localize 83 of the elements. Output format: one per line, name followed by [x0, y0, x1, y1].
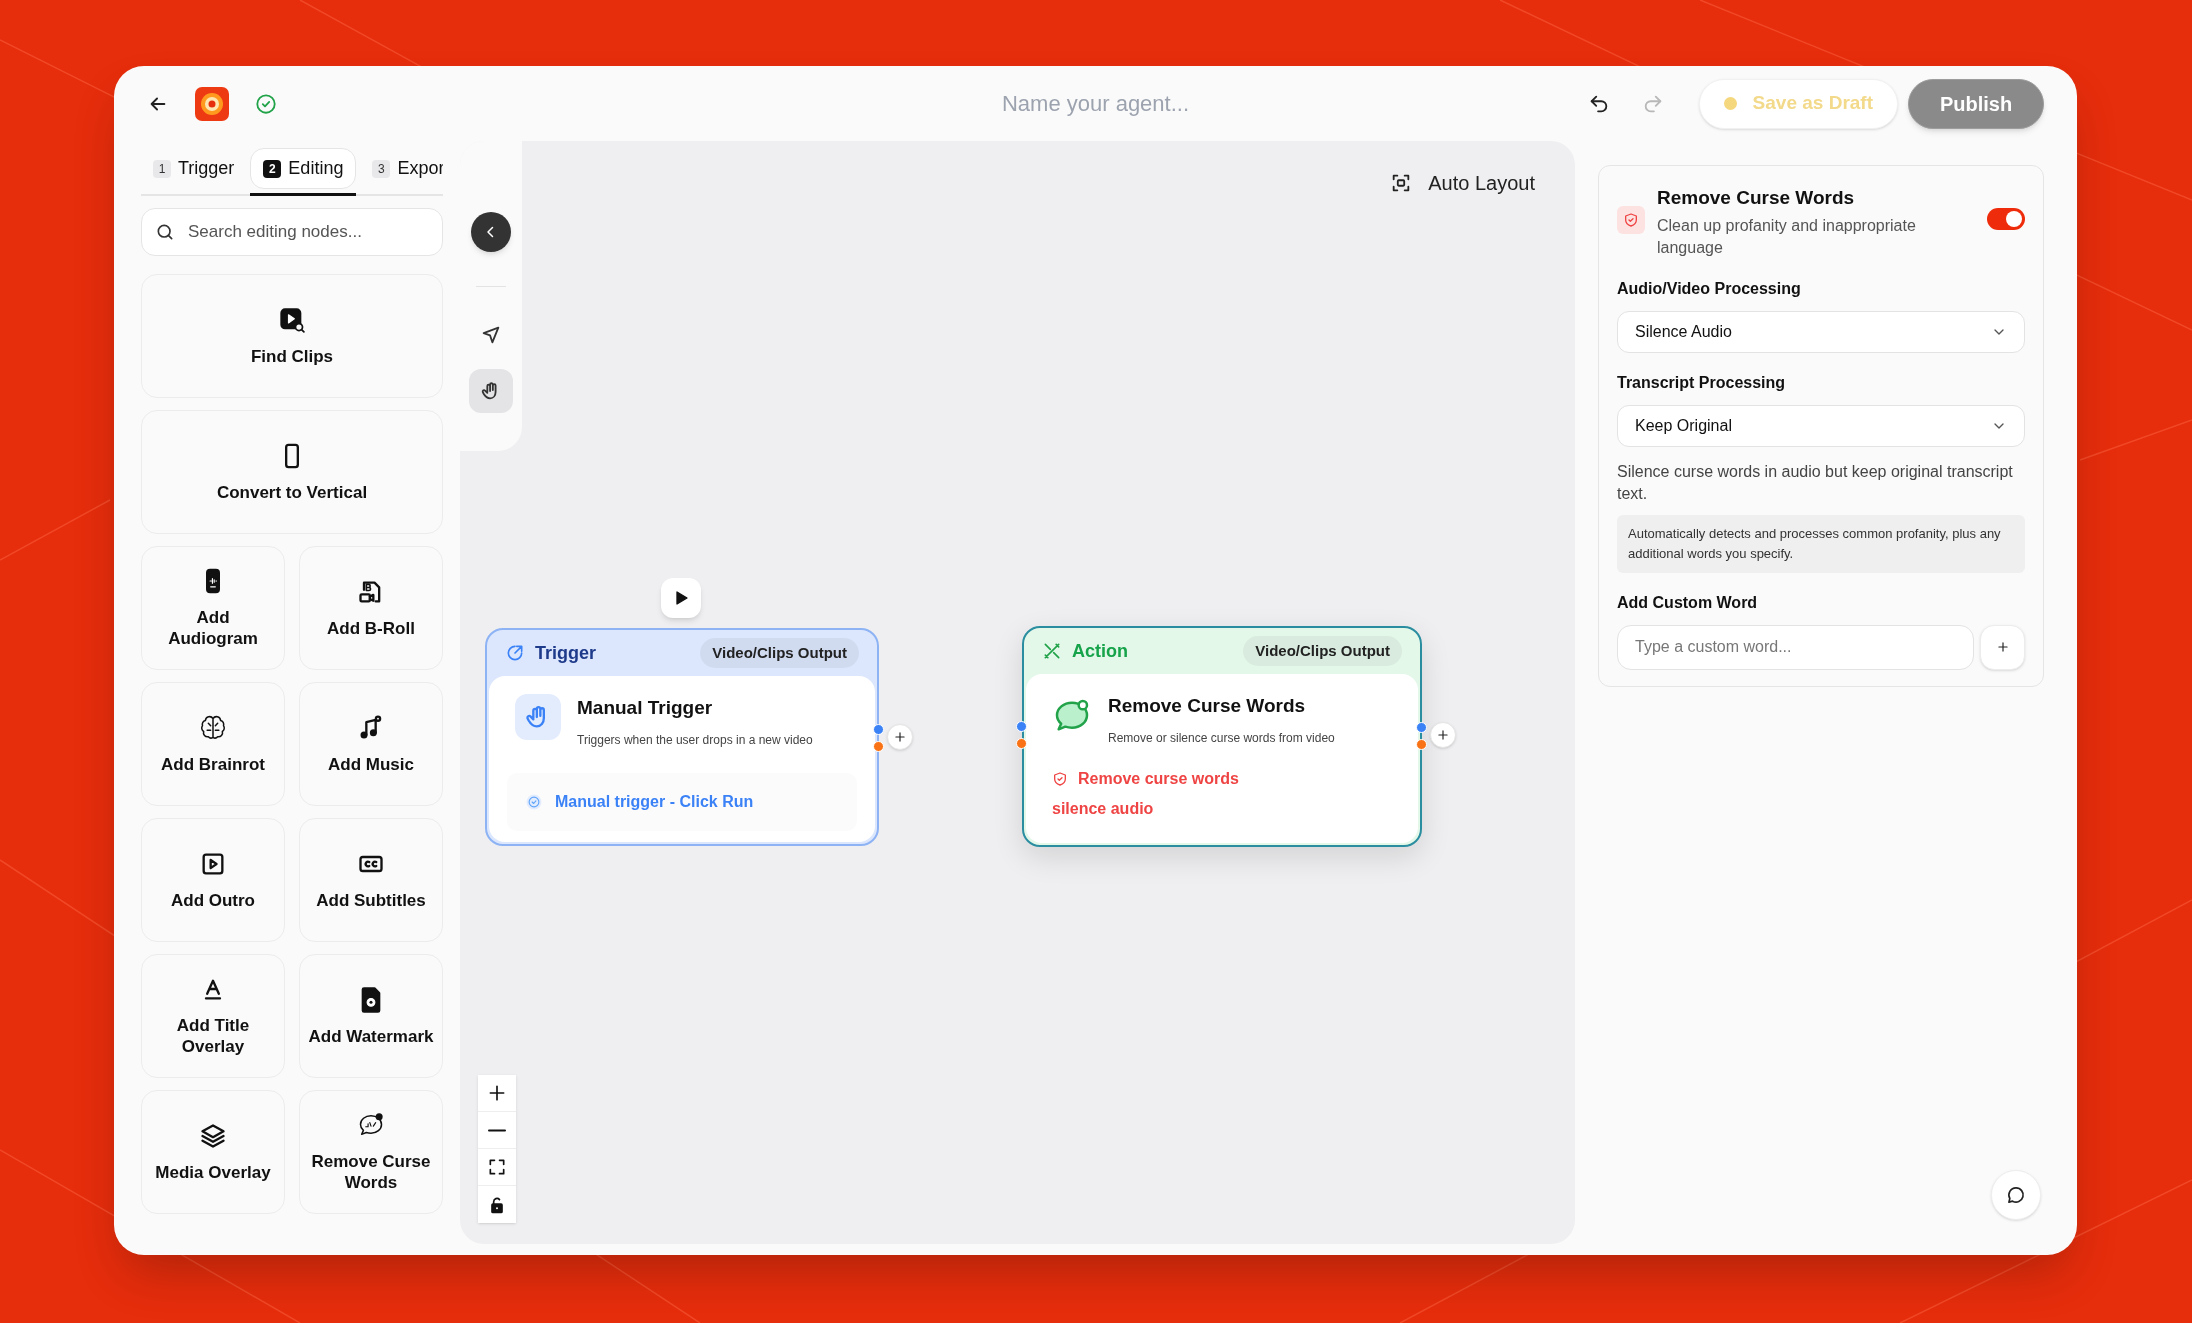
node-card[interactable]: Add Outro: [141, 818, 285, 942]
node-card-label: Find Clips: [249, 345, 335, 367]
output-handle[interactable]: [873, 724, 884, 735]
output-badge: Video/Clips Output: [1243, 635, 1402, 667]
node-card-label: Add Outro: [169, 889, 256, 911]
node-card[interactable]: Add B-Roll: [299, 546, 443, 670]
info-note: Automatically detects and processes common profanity, plus any additional words you specify.: [1617, 514, 2025, 573]
node-card-label: Add B-Roll: [326, 617, 416, 639]
node-description: Triggers when the user drops in a new video: [577, 731, 813, 749]
node-title: Manual Trigger: [577, 696, 714, 720]
node-card-label: Add Subtitles: [315, 889, 427, 911]
shield-check-icon: [1623, 212, 1639, 228]
output-handle[interactable]: [873, 741, 884, 752]
enable-toggle[interactable]: [1987, 208, 2025, 230]
node-description: Remove or silence curse words from video: [1108, 729, 1335, 747]
node-card-label: Media Overlay: [154, 1161, 272, 1183]
node-title: Remove Curse Words: [1108, 694, 1307, 718]
node-card-label: Add Title Overlay: [175, 1015, 251, 1057]
settings-description: Clean up profanity and inappropriate language: [1657, 215, 1917, 258]
custom-word-field[interactable]: Type a custom word...: [1617, 624, 1974, 670]
add-node-button[interactable]: [1430, 722, 1456, 748]
plus-icon: [1995, 640, 2010, 654]
fullscreen-icon: [487, 1157, 507, 1177]
video-search-icon: [278, 305, 306, 334]
node-card[interactable]: Find Clips: [141, 274, 443, 398]
output-badge: Video/Clips Output: [700, 637, 859, 669]
node-card-label: Add Watermark: [307, 1025, 435, 1047]
search-field[interactable]: Search editing nodes...: [141, 208, 443, 256]
node-card[interactable]: Remove Curse Words: [299, 1090, 443, 1214]
settings-title: Remove Curse Words: [1657, 186, 1856, 210]
node-type-label: Trigger: [535, 641, 596, 665]
field-label: Add Custom Word: [1617, 592, 1759, 613]
node-card[interactable]: Add Music: [299, 682, 443, 806]
node-card-label: Remove Curse Words: [310, 1151, 432, 1193]
workflow-node[interactable]: Trigger Video/Clips Output Manual Trigger Triggers when the user drops in a new video Manual trigger - Click Run: [485, 628, 879, 846]
minus-icon: [488, 1128, 506, 1132]
plus-icon: [893, 730, 907, 744]
app-logo-icon[interactable]: [195, 86, 229, 121]
select-dropdown[interactable]: Keep Original: [1617, 404, 2025, 447]
search-icon: [155, 222, 175, 242]
plus-icon: [1436, 728, 1450, 742]
workflow-node[interactable]: Action Video/Clips Output Remove Curse Words Remove or silence curse words from video Remove curse words silence audio: [1022, 626, 1422, 847]
check-badge-icon: [525, 792, 543, 811]
chat-button[interactable]: [1991, 1170, 2041, 1220]
node-card[interactable]: Add Subtitles: [299, 818, 443, 942]
plus-icon: [487, 1083, 507, 1103]
field-label: Audio/Video Processing: [1617, 278, 1802, 299]
run-button[interactable]: [661, 578, 701, 618]
action-detail: Remove curse words: [1078, 768, 1239, 789]
chat-bubble-icon: [2006, 1185, 2026, 1205]
hand-tool[interactable]: [469, 369, 513, 413]
field-label: Transcript Processing: [1617, 372, 1787, 393]
input-handle[interactable]: [1016, 721, 1027, 732]
output-handle[interactable]: [1416, 739, 1427, 750]
add-node-button[interactable]: [887, 724, 913, 750]
node-card[interactable]: Convert to Vertical: [141, 410, 443, 534]
select-dropdown[interactable]: Silence Audio: [1617, 310, 2025, 353]
check-circle-icon: [255, 92, 277, 115]
step-tab[interactable]: 1 Trigger: [141, 144, 247, 196]
node-card-label: Add Music: [327, 753, 415, 775]
help-text: Silence curse words in audio but keep original transcript text.: [1617, 461, 2014, 504]
collapse-button[interactable]: [471, 212, 511, 252]
layers-icon: [199, 1121, 227, 1150]
node-type-label: Action: [1072, 639, 1128, 663]
node-card-label: Add Audiogram: [167, 607, 259, 649]
trigger-detail: Manual trigger - Click Run: [555, 791, 754, 812]
output-handle[interactable]: [1416, 722, 1427, 733]
node-card-label: Convert to Vertical: [215, 481, 369, 503]
play-icon: [673, 590, 689, 606]
node-card-label: Add Brainrot: [160, 753, 266, 775]
node-card[interactable]: Media Overlay: [141, 1090, 285, 1214]
auto-layout-button[interactable]: Auto Layout: [1390, 168, 1535, 198]
node-card[interactable]: Add Brainrot: [141, 682, 285, 806]
node-card[interactable]: Add Title Overlay: [141, 954, 285, 1078]
node-card[interactable]: Add Audiogram: [141, 546, 285, 670]
arrow-circle-icon: [505, 643, 525, 663]
action-detail: silence audio: [1052, 798, 1155, 819]
brain-icon: [199, 713, 227, 742]
cursor-arrow-icon: [480, 324, 502, 346]
node-card[interactable]: Add Watermark: [299, 954, 443, 1078]
shield-check-icon: [1052, 770, 1068, 787]
input-handle[interactable]: [1016, 738, 1027, 749]
agent-name-field[interactable]: Name your agent...: [885, 87, 1306, 120]
